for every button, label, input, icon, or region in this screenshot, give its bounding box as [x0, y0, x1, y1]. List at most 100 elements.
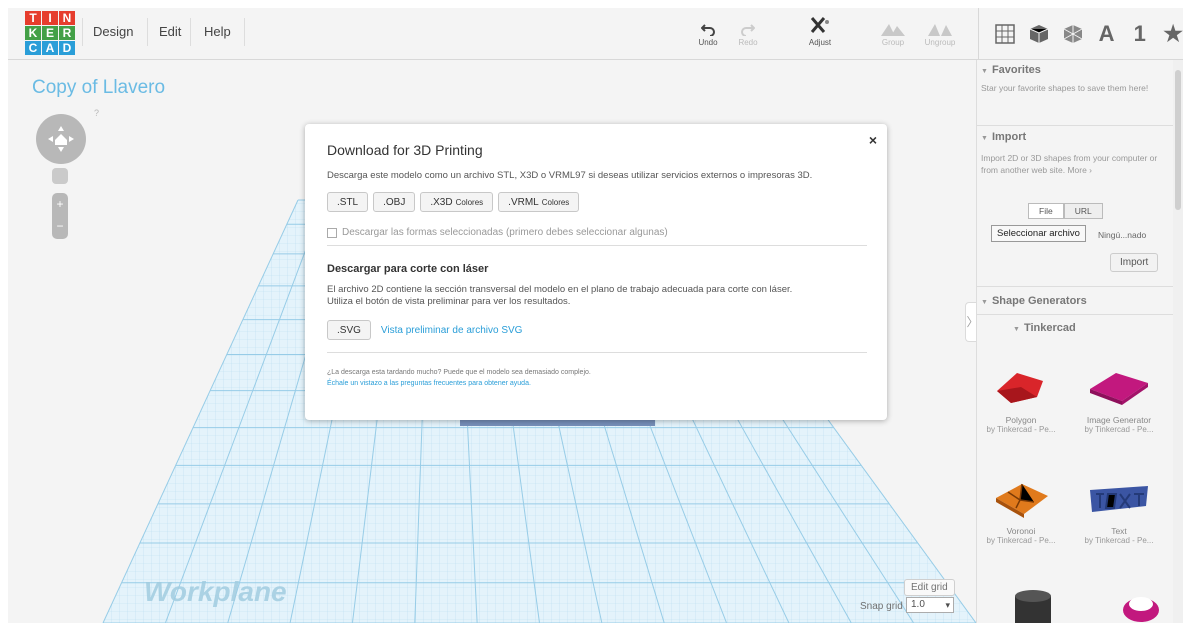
- shape-polygon[interactable]: Polygon by Tinkercad - Pe...: [979, 365, 1063, 434]
- import-button[interactable]: Import: [1110, 253, 1159, 272]
- undo-button[interactable]: Undo: [686, 14, 730, 47]
- text-view-icon[interactable]: A: [1097, 21, 1116, 46]
- logo-letter: E: [42, 26, 58, 40]
- adjust-button[interactable]: Adjust: [798, 14, 842, 47]
- menu-divider: [190, 18, 191, 46]
- import-tabs: File URL: [1028, 203, 1103, 219]
- collapse-arrow-icon: ▼: [981, 135, 988, 142]
- undo-label: Undo: [698, 38, 718, 47]
- ungroup-button[interactable]: Ungroup: [918, 14, 962, 47]
- stl-label: .STL: [337, 196, 359, 208]
- logo-letter: A: [42, 41, 58, 55]
- scrollbar-thumb[interactable]: [1175, 70, 1181, 210]
- vrml-button[interactable]: .VRML Colores: [498, 192, 580, 212]
- logo-letter: I: [42, 11, 58, 25]
- shape-author: by Tinkercad - Pe...: [986, 536, 1056, 545]
- group-button[interactable]: Group: [871, 14, 915, 47]
- dialog-title: Download for 3D Printing: [327, 142, 483, 158]
- favorites-star-icon[interactable]: ★: [1163, 21, 1183, 46]
- divider: [977, 314, 1173, 315]
- selected-shapes-label: Descargar las formas seleccionadas (prim…: [342, 227, 668, 238]
- shape-author: by Tinkercad - Pe...: [1084, 536, 1154, 545]
- collapse-arrow-icon: ▼: [981, 68, 988, 75]
- voronoi-shape-icon: [996, 483, 1048, 518]
- x3d-sub: Colores: [455, 197, 484, 207]
- menu-divider: [147, 18, 148, 46]
- ring-shape-icon: [1123, 597, 1159, 622]
- obj-button[interactable]: .OBJ: [373, 192, 416, 212]
- adjust-label: Adjust: [808, 38, 832, 47]
- faq-link[interactable]: Échale un vistazo a las preguntas frecue…: [327, 380, 531, 387]
- adjust-icon: [798, 14, 842, 36]
- shape-text[interactable]: Text by Tinkercad - Pe...: [1077, 480, 1161, 545]
- redo-button[interactable]: Redo: [726, 14, 770, 47]
- shape-generators-title: Shape Generators: [991, 295, 1087, 307]
- number-view-icon[interactable]: 1: [1130, 21, 1149, 46]
- ungroup-label: Ungroup: [924, 38, 956, 47]
- grid-view-icon[interactable]: [995, 23, 1015, 45]
- vrml-label: .VRML: [508, 196, 539, 208]
- logo-letter: T: [25, 11, 41, 25]
- close-icon[interactable]: ×: [869, 132, 877, 148]
- menu-help[interactable]: Help: [204, 24, 231, 39]
- shape-voronoi[interactable]: Voronoi by Tinkercad - Pe...: [979, 480, 1063, 545]
- shape-name: Voronoi: [1006, 526, 1036, 536]
- text-shape-icon: [1090, 486, 1148, 512]
- x3d-label: .X3D: [430, 196, 453, 208]
- tab-url[interactable]: URL: [1063, 203, 1103, 219]
- laser-title: Descargar para corte con láser: [327, 263, 489, 275]
- image-generator-shape-icon: [1090, 373, 1148, 405]
- tinkercad-header[interactable]: ▼ Tinkercad: [1013, 322, 1076, 334]
- polygon-shape-icon: [997, 373, 1043, 403]
- logo-letter: N: [59, 11, 75, 25]
- shape-image-generator[interactable]: Image Generator by Tinkercad - Pe...: [1077, 365, 1161, 434]
- group-icon: [871, 14, 915, 36]
- collapse-arrow-icon: ▼: [981, 299, 988, 306]
- svg-button[interactable]: .SVG: [327, 320, 371, 340]
- shape-generators-header[interactable]: ▼ Shape Generators: [981, 295, 1087, 307]
- shape-name: Image Generator: [1086, 415, 1152, 425]
- laser-text-1: El archivo 2D contiene la sección transv…: [327, 284, 793, 295]
- top-toolbar: T I N K E R C A D Design Edit Help Undo …: [8, 8, 1183, 60]
- solid-view-icon[interactable]: [1029, 23, 1049, 45]
- stl-button[interactable]: .STL: [327, 192, 369, 212]
- cylinder-shape-icon: [1015, 590, 1051, 623]
- redo-label: Redo: [738, 38, 758, 47]
- logo-letter: D: [59, 41, 75, 55]
- selected-shapes-checkbox[interactable]: [327, 227, 337, 238]
- slow-download-note: ¿La descarga esta tardando mucho? Puede …: [327, 369, 591, 376]
- view-tools: A 1 ★: [978, 8, 1183, 60]
- format-buttons: .STL .OBJ .X3D Colores .VRML Colores: [327, 192, 580, 212]
- shape-ring[interactable]: [1099, 590, 1173, 623]
- x3d-button[interactable]: .X3D Colores: [420, 192, 494, 212]
- tinkercad-title: Tinkercad: [1023, 322, 1076, 334]
- shape-cylinder[interactable]: [991, 588, 1075, 623]
- download-dialog: × Download for 3D Printing Descarga este…: [305, 124, 887, 420]
- svg-preview-link[interactable]: Vista preliminar de archivo SVG: [381, 325, 523, 336]
- vrml-sub: Colores: [541, 197, 570, 207]
- laser-text-2: Utiliza el botón de vista preliminar par…: [327, 296, 571, 307]
- dialog-description: Descarga este modelo como un archivo STL…: [327, 170, 813, 181]
- shape-name: Text: [1111, 526, 1127, 536]
- divider: [977, 286, 1173, 287]
- obj-label: .OBJ: [383, 196, 406, 208]
- import-header[interactable]: ▼ Import: [981, 131, 1026, 143]
- tab-file[interactable]: File: [1028, 203, 1064, 219]
- selected-shapes-option[interactable]: Descargar las formas seleccionadas (prim…: [327, 227, 668, 238]
- favorites-text: Star your favorite shapes to save them h…: [981, 83, 1149, 93]
- favorites-title: Favorites: [991, 64, 1041, 76]
- collapse-arrow-icon: ▼: [1013, 326, 1020, 333]
- favorites-header[interactable]: ▼ Favorites: [981, 64, 1041, 76]
- file-status: Ningú...nado: [1098, 230, 1147, 240]
- select-file-button[interactable]: Seleccionar archivo: [991, 225, 1086, 242]
- divider: [327, 352, 867, 353]
- shape-author: by Tinkercad - Pe...: [1084, 425, 1154, 434]
- import-title: Import: [991, 131, 1027, 143]
- shapes-sidebar: ▼ Favorites Star your favorite shapes to …: [976, 60, 1173, 623]
- menu-design[interactable]: Design: [93, 24, 133, 39]
- logo-letter: K: [25, 26, 41, 40]
- tinkercad-logo[interactable]: T I N K E R C A D: [25, 11, 75, 55]
- menu-edit[interactable]: Edit: [159, 24, 181, 39]
- wireframe-view-icon[interactable]: [1063, 23, 1083, 45]
- group-label: Group: [881, 38, 905, 47]
